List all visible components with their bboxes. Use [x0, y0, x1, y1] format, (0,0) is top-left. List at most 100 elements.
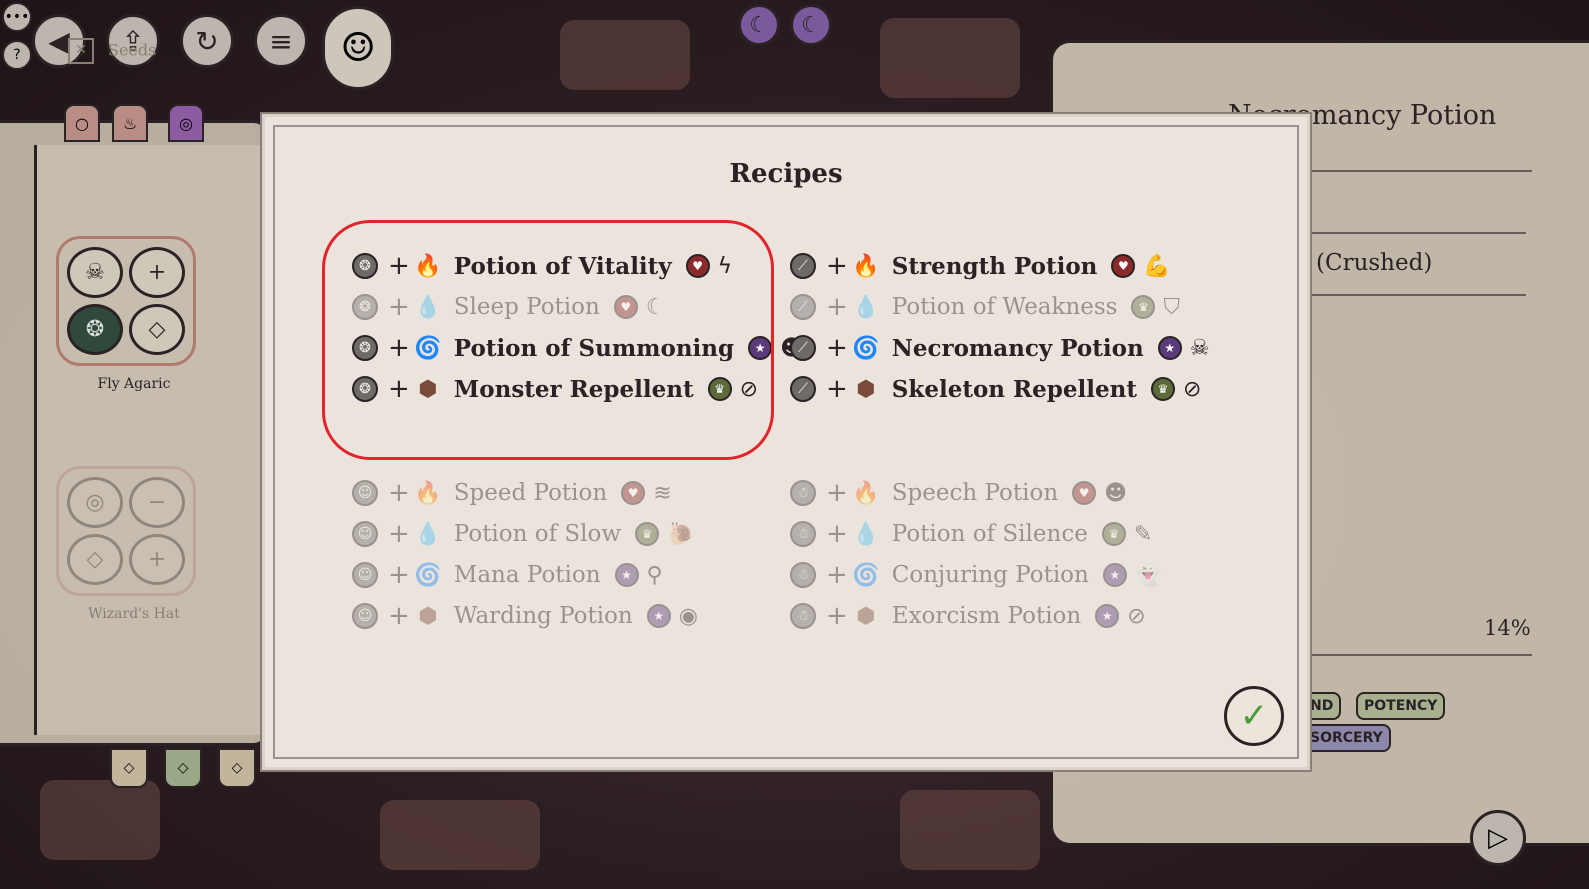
divider	[1300, 654, 1532, 656]
recipe-row[interactable]: ☺ + 💧 Potion of Slow ♛ 🐌	[352, 517, 694, 551]
character-portrait[interactable]: ☺	[322, 6, 394, 90]
element-icon: ⬢	[856, 376, 876, 402]
result-icon: ✎	[1133, 521, 1153, 547]
background-stone	[560, 20, 690, 90]
recipe-name: Exorcism Potion	[891, 603, 1082, 629]
result-icon: ⊘	[1127, 603, 1146, 629]
divider	[1300, 170, 1532, 172]
effect-icon: ★	[1157, 336, 1182, 360]
plus-icon: +	[826, 333, 848, 363]
base-ingredient-icon: ☃	[790, 562, 816, 588]
book-tab[interactable]: ◇	[164, 748, 202, 788]
element-icon: 💧	[852, 294, 880, 320]
book-tab[interactable]: ◇	[218, 748, 256, 788]
recipe-row[interactable]: ⟋ + 🔥 Strength Potion ♥ 💪	[790, 249, 1171, 283]
seeds-section[interactable]: ✕ Seeds	[68, 38, 156, 64]
element-icon: 🔥	[852, 253, 880, 279]
element-icon: 🌀	[852, 562, 880, 588]
plus-icon: +	[826, 251, 848, 281]
result-icon: ⊘	[1182, 376, 1202, 402]
ingredient-state: (Crushed)	[1316, 250, 1433, 276]
result-icon: ☠	[1189, 335, 1210, 361]
skull-icon: ☠	[67, 247, 123, 298]
ingredient-name: Wizard's Hat	[88, 606, 180, 622]
creature-icon: ❂	[67, 304, 123, 355]
book-tab[interactable]: ♨	[112, 104, 148, 142]
recipe-name: Potion of Slow	[453, 521, 622, 547]
plus-icon: +	[826, 560, 848, 590]
effect-icon: ♥	[1072, 481, 1097, 505]
more-options-button[interactable]: •••	[2, 2, 32, 32]
element-icon: 💧	[414, 521, 442, 547]
base-ingredient-icon: ⟋	[790, 253, 816, 279]
effect-icon: ♛	[1101, 522, 1126, 546]
recipe-name: Necromancy Potion	[891, 334, 1144, 362]
close-icon: ✕	[68, 38, 94, 64]
element-icon: 🔥	[852, 480, 880, 506]
background-stone	[380, 800, 540, 870]
effect-icon: ♛	[635, 522, 660, 546]
vortex-icon: ◎	[67, 477, 123, 528]
recipe-row[interactable]: ⟋ + 🌀 Necromancy Potion ★ ☠	[790, 331, 1209, 365]
help-icon: ?	[13, 47, 21, 63]
diamond-icon: ◇	[129, 304, 185, 355]
divider	[1300, 294, 1526, 296]
menu-icon: ≡	[269, 24, 293, 58]
recipe-name: Potion of Weakness	[891, 294, 1118, 320]
recipe-row[interactable]: ☃ + 🌀 Conjuring Potion ★ 👻	[790, 558, 1162, 592]
recipe-row[interactable]: ☃ + ⬢ Exorcism Potion ★ ⊘	[790, 599, 1146, 633]
recipe-row[interactable]: ⟋ + ⬢ Skeleton Repellent ♛ ⊘	[790, 372, 1201, 406]
plus-icon: +	[388, 519, 410, 549]
recipe-name: Speed Potion	[453, 480, 608, 506]
plus-icon: +	[388, 478, 410, 508]
ingredient-card[interactable]: ☠ + ❂ ◇	[56, 236, 196, 366]
element-icon: 💧	[852, 521, 880, 547]
ingredient-card[interactable]: ◎ − ◇ +	[56, 466, 196, 596]
divider	[1300, 232, 1526, 234]
background-stone	[900, 790, 1040, 870]
base-ingredient-icon: ☺	[352, 603, 378, 629]
effect-icon: ♛	[1131, 295, 1156, 319]
base-ingredient-icon: ⟋	[790, 294, 816, 320]
recipe-name: Skeleton Repellent	[891, 375, 1137, 403]
recipe-row[interactable]: ☃ + 💧 Potion of Silence ♛ ✎	[790, 517, 1152, 551]
ingredient-name: Fly Agaric	[97, 376, 171, 392]
book-tab[interactable]: ○	[64, 104, 100, 142]
confirm-button[interactable]: ✓	[1224, 686, 1284, 746]
recipe-row[interactable]: ⟋ + 💧 Potion of Weakness ♛ ⛉	[790, 290, 1180, 324]
next-page-button[interactable]: ▷	[1470, 810, 1526, 866]
plus-icon: +	[826, 374, 848, 404]
base-ingredient-icon: ☃	[790, 603, 816, 629]
restart-button[interactable]: ↻	[180, 14, 234, 68]
background-stone	[40, 780, 160, 860]
base-ingredient-icon: ☃	[790, 480, 816, 506]
highlight-circle	[322, 220, 774, 460]
tag-label: POTENCY	[1356, 692, 1446, 720]
base-ingredient-icon: ☃	[790, 521, 816, 547]
plus-icon: +	[388, 560, 410, 590]
recipe-row[interactable]: ☺ + 🌀 Mana Potion ★ ⚲	[352, 558, 663, 592]
ingredient-book	[0, 120, 271, 746]
moon-slot: ☾	[738, 4, 780, 46]
recipe-name: Conjuring Potion	[891, 562, 1089, 588]
portrait-icon: ☺	[340, 25, 376, 71]
recipe-name: Speech Potion	[891, 480, 1059, 506]
recipe-row[interactable]: ☺ + ⬢ Warding Potion ★ ◉	[352, 599, 698, 633]
effect-icon: ★	[1095, 604, 1120, 628]
book-tab[interactable]: ◇	[110, 748, 148, 788]
more-icon: •••	[4, 9, 30, 25]
menu-button[interactable]: ≡	[254, 14, 308, 68]
checkmark-icon: ✓	[1239, 696, 1269, 736]
book-tab[interactable]: ◎	[168, 104, 204, 142]
recipe-name: Strength Potion	[891, 252, 1098, 280]
help-button[interactable]: ?	[2, 40, 32, 70]
moon-icon: ☾	[749, 12, 769, 38]
recipe-row[interactable]: ☺ + 🔥 Speed Potion ♥ ≋	[352, 476, 672, 510]
diamond-icon: ◇	[67, 534, 123, 585]
recipe-name: Warding Potion	[453, 603, 633, 629]
recipe-row[interactable]: ☃ + 🔥 Speech Potion ♥ ☻	[790, 476, 1127, 510]
result-icon: ⚲	[646, 562, 663, 588]
result-icon: 🐌	[667, 521, 695, 547]
base-ingredient-icon: ☺	[352, 521, 378, 547]
plus-icon: +	[388, 601, 410, 631]
